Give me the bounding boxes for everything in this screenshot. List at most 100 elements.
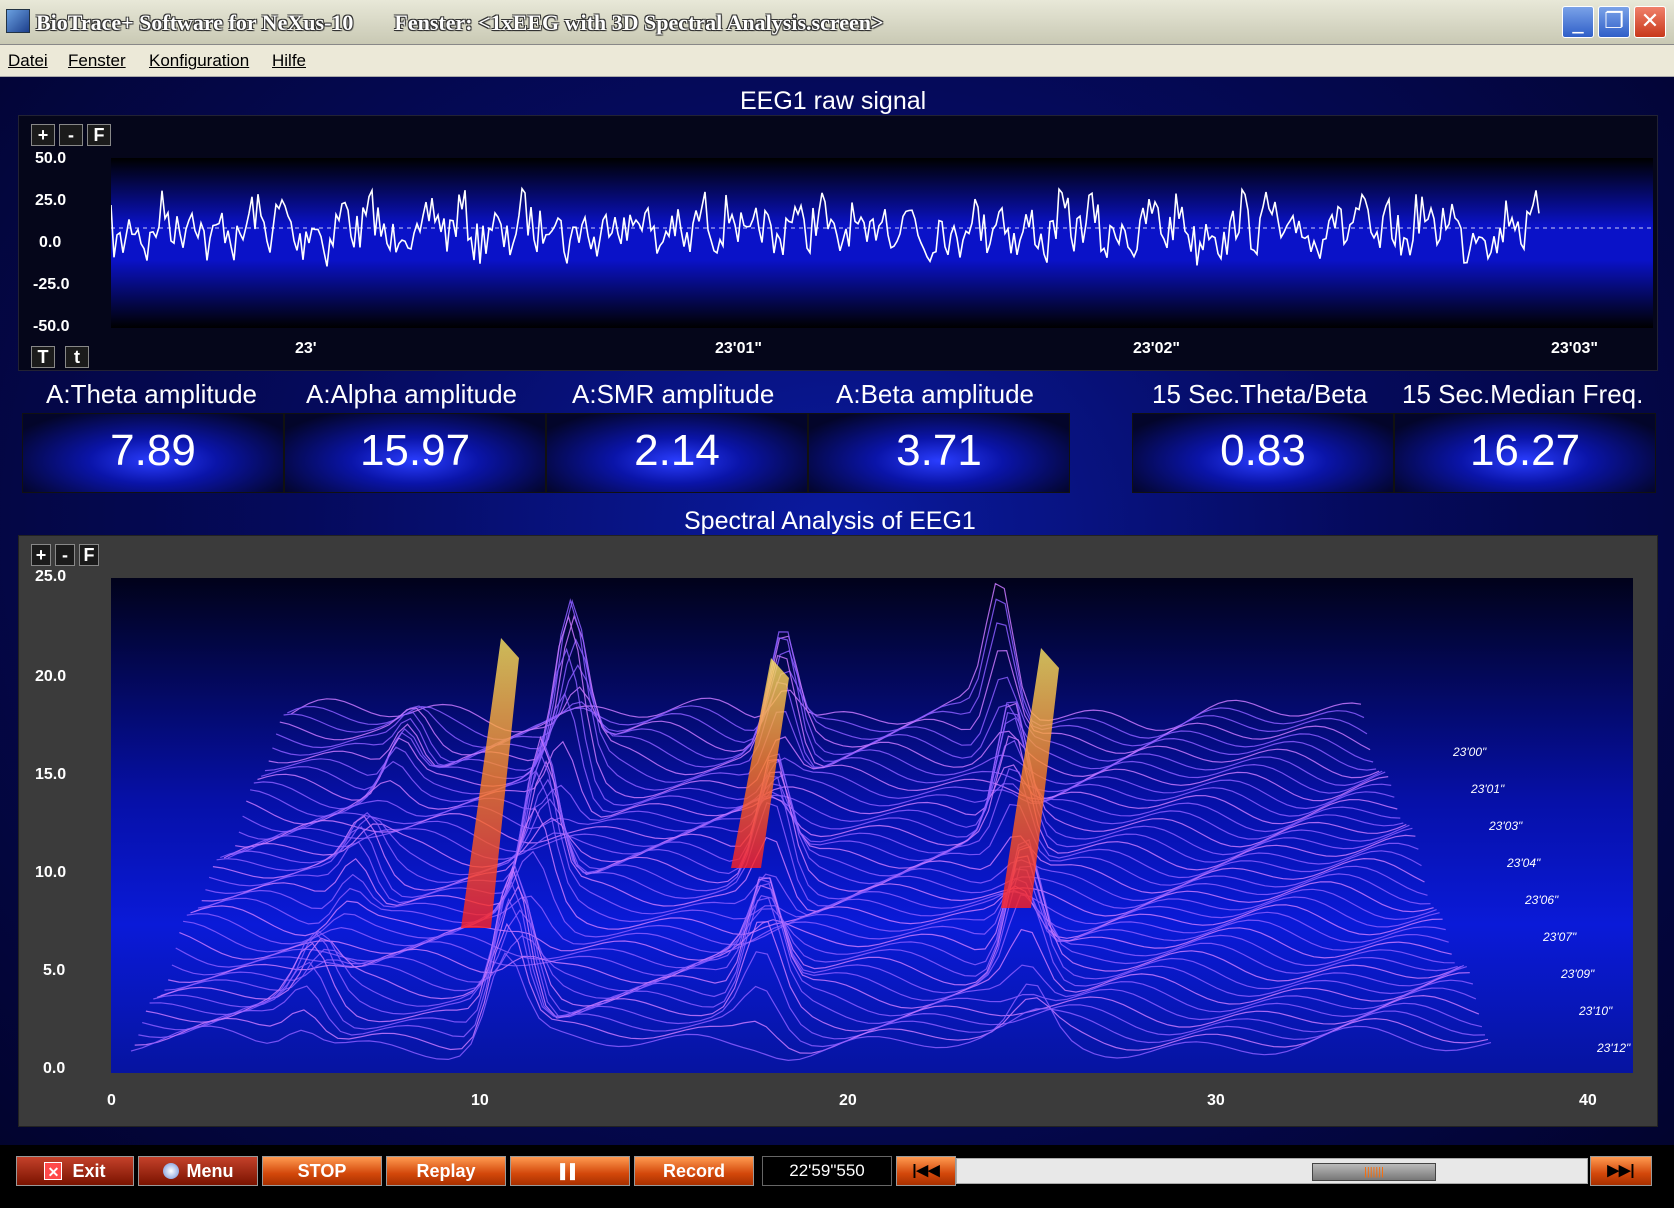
spectral-x-tick: 20 [839,1092,857,1109]
spectral-layer-line [190,806,1443,939]
spectral-layer-line [216,753,1422,886]
forward-button[interactable]: ▶▶| [1590,1156,1652,1186]
median-freq-label: 15 Sec.Median Freq. [1402,379,1644,409]
menu-fenster[interactable]: Fenster [68,51,126,71]
stop-button[interactable]: STOP [262,1156,382,1186]
title-bar: BioTrace+ Software for NeXus-10 Fenster:… [0,0,1674,45]
exit-icon: ✕ [44,1162,63,1180]
menu-datei[interactable]: Datei [8,51,48,71]
spectral-zoom-out-button[interactable]: - [55,544,75,566]
spectral-time-labels: 23'00" 23'01" 23'03" 23'04" 23'06" 23'07… [1452,745,1631,1055]
raw-y-tick: -50.0 [33,318,70,335]
spectral-x-tick: 30 [1207,1092,1225,1109]
spectral-panel: + - F 25.0 20.0 15.0 10.0 5.0 0.0 23'00" [18,535,1658,1127]
playback-slider[interactable] [956,1158,1588,1184]
time-label: 23'04" [1506,856,1541,870]
time-label: 23'01" [1470,782,1505,796]
raw-y-tick: -25.0 [33,276,70,293]
time-small-button[interactable]: t [65,346,89,368]
app-icon [6,9,30,33]
pause-button[interactable]: ▌▌ [510,1156,630,1186]
window-title: BioTrace+ Software for NeXus-10 Fenster:… [36,10,884,36]
raw-x-tick: 23' [295,340,317,357]
main-display: EEG1 raw signal + - F 50.0 25.0 0.0 -25.… [0,77,1674,1208]
theta-beta-value: 0.83 [1220,426,1306,475]
spectral-x-tick: 10 [471,1092,489,1109]
spectral-layer-line [164,865,1465,994]
minimize-button[interactable]: _ [1562,6,1594,38]
time-label: 23'07" [1542,930,1577,944]
time-label: 23'09" [1560,967,1595,981]
menu-icon [162,1163,179,1179]
spectral-layer-line [290,582,1362,733]
spectral-layer-line [186,850,1446,946]
rewind-button[interactable]: |◀◀ [896,1156,956,1186]
spectral-waterfall [130,582,1492,1062]
raw-x-tick: 23'01" [715,340,762,357]
spectral-y-tick: 10.0 [35,864,67,881]
menu-konfiguration[interactable]: Konfiguration [149,51,249,71]
raw-signal-title: EEG1 raw signal [740,87,927,115]
menu-bar: Datei Fenster Konfiguration Hilfe [0,45,1674,77]
beta-amplitude-value: 3.71 [896,426,982,475]
spectral-y-tick: 0.0 [43,1060,66,1077]
spectral-layer-line [279,635,1371,756]
spectral-layer-line [283,622,1368,748]
playback-slider-thumb[interactable]: ||||||| [1312,1163,1436,1181]
spectral-y-tick: 15.0 [35,766,67,783]
time-label: 23'06" [1524,893,1559,907]
raw-fit-button[interactable]: F [87,124,111,146]
record-button[interactable]: Record [634,1156,754,1186]
raw-signal-svg [110,186,1653,267]
menu-hilfe[interactable]: Hilfe [272,51,306,71]
spectral-plot: 23'00" 23'01" 23'03" 23'04" 23'06" 23'07… [111,578,1633,1073]
spectral-layer-line [268,614,1380,779]
raw-zoom-in-button[interactable]: + [31,124,55,146]
spectral-layer-line [138,897,1486,1048]
median-freq-display: 16.27 [1394,413,1656,493]
spectral-y-tick: 5.0 [43,962,66,979]
smr-amplitude-label: A:SMR amplitude [572,379,775,409]
spectral-layer-line [160,876,1467,1001]
spectral-x-tick: 40 [1579,1092,1597,1109]
spectral-layer-line [223,735,1416,871]
theta-amplitude-display: 7.89 [22,413,284,493]
time-label: 23'00" [1452,745,1487,759]
exit-button[interactable]: ✕ Exit [16,1156,134,1186]
menu-button[interactable]: Menu [138,1156,258,1186]
alpha-amplitude-label: A:Alpha amplitude [306,379,518,409]
exit-label: Exit [72,1161,106,1181]
spectral-layer-line [264,598,1383,787]
spectral-layer-line [261,598,1386,794]
beta-amplitude-label: A:Beta amplitude [836,379,1035,409]
alpha-amplitude-value: 15.97 [359,426,471,475]
raw-zoom-out-button[interactable]: - [59,124,83,146]
close-button[interactable]: ✕ [1634,6,1666,38]
spectral-layer-line [149,862,1477,1025]
spectral-y-tick: 20.0 [35,668,67,685]
spectral-layer-line [287,598,1365,741]
alpha-amplitude-display: 15.97 [284,413,546,493]
smr-amplitude-display: 2.14 [546,413,808,493]
spectral-fit-button[interactable]: F [79,544,99,566]
spectral-layer-line [183,868,1449,953]
raw-signal-plot [110,158,1653,328]
smr-amplitude-value: 2.14 [634,426,720,475]
theta-amplitude-label: A:Theta amplitude [46,379,258,409]
theta-amplitude-value: 7.89 [110,426,196,475]
time-label: 23'03" [1488,819,1523,833]
median-freq-value: 16.27 [1469,426,1581,475]
spectral-3d-svg: 23'00" 23'01" 23'03" 23'04" 23'06" 23'07… [130,582,1631,1062]
raw-y-tick: 25.0 [35,192,67,209]
time-display: 22'59"550 [762,1156,892,1186]
replay-button[interactable]: Replay [386,1156,506,1186]
time-big-button[interactable]: T [31,346,55,368]
raw-y-tick: 0.0 [39,234,62,251]
spectral-title: Spectral Analysis of EEG1 [684,507,976,535]
spectral-peak-highlight [1001,648,1059,908]
raw-x-tick: 23'03" [1551,340,1598,357]
spectral-zoom-in-button[interactable]: + [31,544,51,566]
restore-button[interactable]: ❐ [1598,6,1630,38]
time-label: 23'10" [1578,1004,1613,1018]
theta-beta-display: 0.83 [1132,413,1394,493]
